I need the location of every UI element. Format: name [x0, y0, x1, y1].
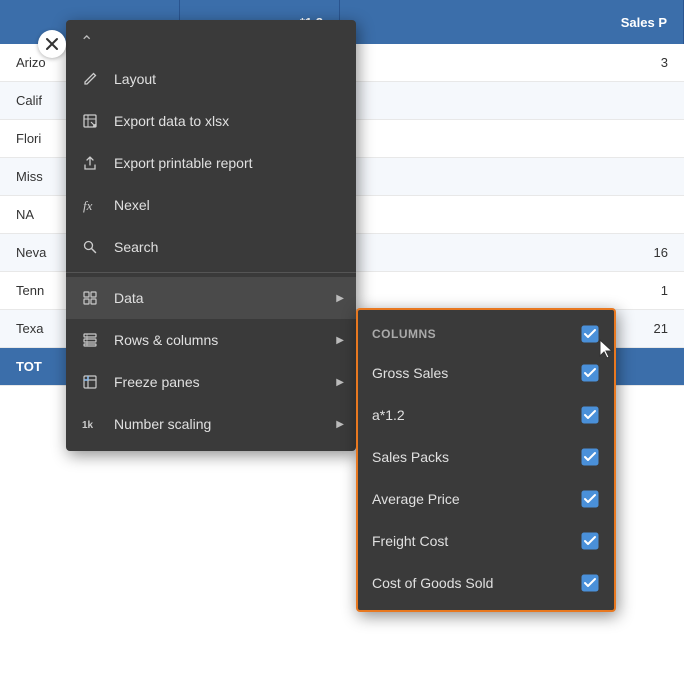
menu-item-label: Export data to xlsx — [114, 113, 229, 129]
submenu-item-label: Cost of Goods Sold — [372, 575, 493, 591]
menu-item-nexel[interactable]: fx Nexel — [66, 184, 356, 226]
cell-right: 3 — [340, 55, 684, 70]
pencil-icon — [80, 69, 100, 89]
menu-item-data[interactable]: Data — [66, 277, 356, 319]
gross-sales-checkbox[interactable] — [580, 363, 600, 383]
share-icon — [80, 153, 100, 173]
a12-checkbox[interactable] — [580, 405, 600, 425]
submenu-item-label: Gross Sales — [372, 365, 448, 381]
submenu-item-sales-packs[interactable]: Sales Packs — [358, 436, 614, 478]
freeze-icon — [80, 372, 100, 392]
function-icon: fx — [80, 195, 100, 215]
submenu-title: COLUMNS — [372, 327, 436, 341]
submenu-item-label: Freight Cost — [372, 533, 448, 549]
context-menu: ⌃ Layout Export data to xlsx — [66, 20, 356, 451]
columns-submenu: COLUMNS Gross Sales a*1.2 Sales Packs — [356, 308, 616, 612]
menu-item-search[interactable]: Search — [66, 226, 356, 268]
submenu-item-freight-cost[interactable]: Freight Cost — [358, 520, 614, 562]
menu-item-export-xlsx[interactable]: Export data to xlsx — [66, 100, 356, 142]
menu-item-label: Data — [114, 290, 144, 306]
sales-packs-checkbox[interactable] — [580, 447, 600, 467]
submenu-item-label: Sales Packs — [372, 449, 449, 465]
submenu-item-cost-goods-sold[interactable]: Cost of Goods Sold — [358, 562, 614, 604]
cell-right: 1 — [340, 283, 684, 298]
columns-header-checkbox[interactable] — [580, 324, 600, 344]
menu-item-label: Freeze panes — [114, 374, 200, 390]
freight-cost-checkbox[interactable] — [580, 531, 600, 551]
submenu-item-a12[interactable]: a*1.2 — [358, 394, 614, 436]
menu-item-label: Layout — [114, 71, 156, 87]
table-export-icon — [80, 111, 100, 131]
submenu-item-gross-sales[interactable]: Gross Sales — [358, 352, 614, 394]
collapse-icon[interactable]: ⌃ — [80, 32, 93, 52]
menu-item-rows-columns[interactable]: Rows & columns — [66, 319, 356, 361]
submenu-header: COLUMNS — [358, 316, 614, 352]
svg-text:fx: fx — [83, 198, 93, 213]
col-header-sales: Sales P — [340, 0, 684, 44]
1k-icon: 1k — [80, 414, 100, 434]
cost-goods-sold-checkbox[interactable] — [580, 573, 600, 593]
average-price-checkbox[interactable] — [580, 489, 600, 509]
menu-item-number-scaling[interactable]: 1k Number scaling — [66, 403, 356, 445]
menu-divider — [66, 272, 356, 273]
submenu-item-label: a*1.2 — [372, 407, 405, 423]
svg-text:1k: 1k — [82, 420, 94, 431]
menu-item-layout[interactable]: Layout — [66, 58, 356, 100]
rows-icon — [80, 330, 100, 350]
submenu-item-label: Average Price — [372, 491, 460, 507]
menu-item-freeze-panes[interactable]: Freeze panes — [66, 361, 356, 403]
grid-icon — [80, 288, 100, 308]
search-icon — [80, 237, 100, 257]
menu-item-label: Rows & columns — [114, 332, 218, 348]
menu-item-export-print[interactable]: Export printable report — [66, 142, 356, 184]
submenu-item-average-price[interactable]: Average Price — [358, 478, 614, 520]
cell-right: 16 — [340, 245, 684, 260]
menu-item-label: Export printable report — [114, 155, 253, 171]
menu-item-label: Nexel — [114, 197, 150, 213]
close-button[interactable] — [38, 30, 66, 58]
menu-item-label: Number scaling — [114, 416, 211, 432]
menu-item-label: Search — [114, 239, 158, 255]
